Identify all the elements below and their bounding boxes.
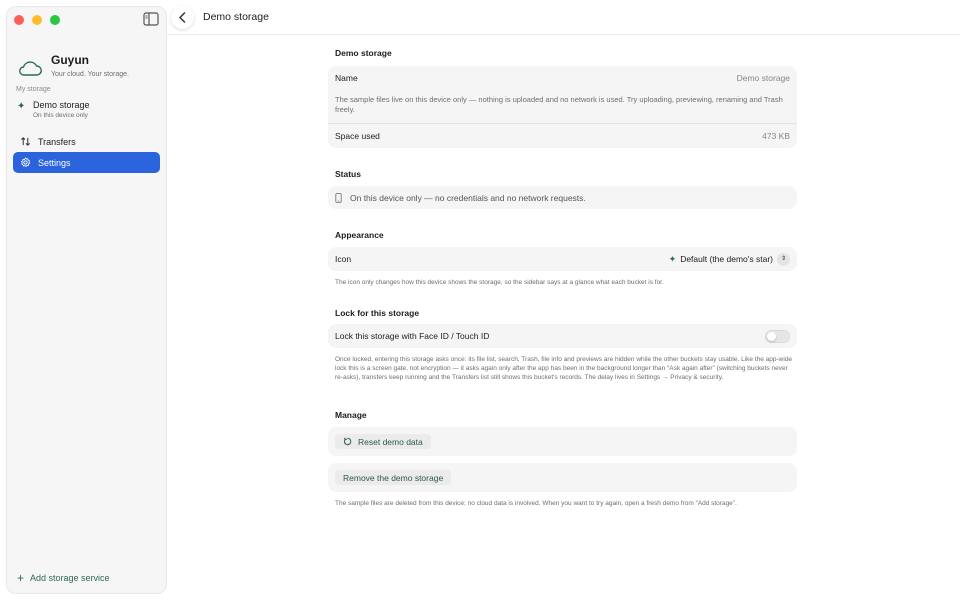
storage-name: Demo storage (33, 100, 90, 110)
page-title: Demo storage (203, 11, 269, 23)
lock-toggle[interactable] (765, 329, 790, 343)
reset-demo-data-button[interactable]: Reset demo data (335, 434, 431, 449)
reset-row: Reset demo data (328, 427, 797, 456)
sidebar-item-label: Transfers (38, 136, 76, 147)
plus-icon: + (17, 571, 25, 585)
app-name: Guyun (51, 53, 89, 67)
icon-row: Icon ✦ Default (the demo's star) ⇕ (328, 247, 797, 271)
icon-picker-value: Default (the demo's star) (680, 254, 773, 264)
sidebar-item-settings[interactable]: Settings (13, 152, 160, 173)
status-text: On this device only — no credentials and… (350, 192, 586, 203)
sidebar-item-label: Settings (38, 157, 71, 168)
demo-storage-description: The sample files live on this device onl… (335, 95, 783, 114)
remove-row: Remove the demo storage (328, 463, 797, 492)
section-title-status: Status (335, 169, 361, 179)
sparkle-icon: ✦ (17, 101, 26, 112)
sidebar-item-transfers[interactable]: Transfers (13, 131, 160, 152)
close-window-button[interactable] (14, 15, 24, 25)
name-label: Name (335, 73, 358, 83)
space-used-value: 473 KB (762, 130, 790, 141)
sidebar-section-label: My storage (16, 86, 51, 93)
sidebar-toggle-icon[interactable] (143, 12, 159, 26)
section-title-appearance: Appearance (335, 230, 384, 240)
section-title-manage: Manage (335, 410, 367, 420)
brand: Guyun Your cloud. Your storage. (17, 51, 129, 79)
section-title-lock: Lock for this storage (335, 308, 420, 318)
window-controls (14, 15, 60, 25)
app-tagline: Your cloud. Your storage. (51, 71, 129, 78)
arrows-up-down-icon (21, 137, 30, 146)
storage-subtitle: On this device only (33, 112, 88, 119)
phone-icon (335, 192, 342, 203)
section-title-demo-storage: Demo storage (335, 48, 392, 58)
reset-arrow-icon (343, 437, 352, 446)
icon-picker[interactable]: ✦ Default (the demo's star) ⇕ (668, 252, 790, 266)
back-button[interactable] (171, 6, 194, 29)
lock-row: Lock this storage with Face ID / Touch I… (328, 324, 797, 348)
app-window: Guyun Your cloud. Your storage. My stora… (0, 0, 960, 600)
chevron-left-icon (179, 12, 186, 23)
lock-card: Lock this storage with Face ID / Touch I… (328, 324, 797, 348)
gear-icon (21, 157, 31, 167)
zoom-window-button[interactable] (50, 15, 60, 25)
reset-card: Reset demo data (328, 427, 797, 456)
toolbar: Demo storage (167, 0, 960, 35)
manage-note: The sample files are deleted from this d… (335, 500, 737, 507)
minimize-window-button[interactable] (32, 15, 42, 25)
cloud-icon (19, 61, 42, 76)
add-storage-service-button[interactable]: + Add storage service (17, 571, 110, 585)
demo-storage-card: Name Demo storage The sample files live … (328, 66, 797, 148)
space-used-label: Space used (335, 130, 380, 141)
lock-note: Once locked, entering this storage asks … (335, 356, 793, 381)
chevron-up-down-icon: ⇕ (777, 252, 790, 266)
space-used-row: Space used 473 KB (328, 124, 797, 147)
status-row: On this device only — no credentials and… (328, 186, 797, 209)
add-storage-service-label: Add storage service (30, 573, 110, 583)
remove-card: Remove the demo storage (328, 463, 797, 492)
appearance-note: The icon only changes how this device sh… (335, 279, 664, 286)
status-card: On this device only — no credentials and… (328, 186, 797, 209)
appearance-card: Icon ✦ Default (the demo's star) ⇕ (328, 247, 797, 271)
remove-demo-storage-button[interactable]: Remove the demo storage (335, 470, 452, 485)
icon-label: Icon (335, 254, 352, 264)
sidebar-item-demo-storage[interactable]: ✦ Demo storage On this device only (17, 99, 157, 125)
name-row: Name Demo storage (328, 66, 797, 90)
name-value[interactable]: Demo storage (737, 73, 790, 83)
sidebar: Guyun Your cloud. Your storage. My stora… (6, 6, 167, 594)
lock-toggle-label: Lock this storage with Face ID / Touch I… (335, 331, 490, 341)
reset-demo-data-label: Reset demo data (358, 436, 423, 447)
sparkle-icon: ✦ (668, 253, 677, 264)
